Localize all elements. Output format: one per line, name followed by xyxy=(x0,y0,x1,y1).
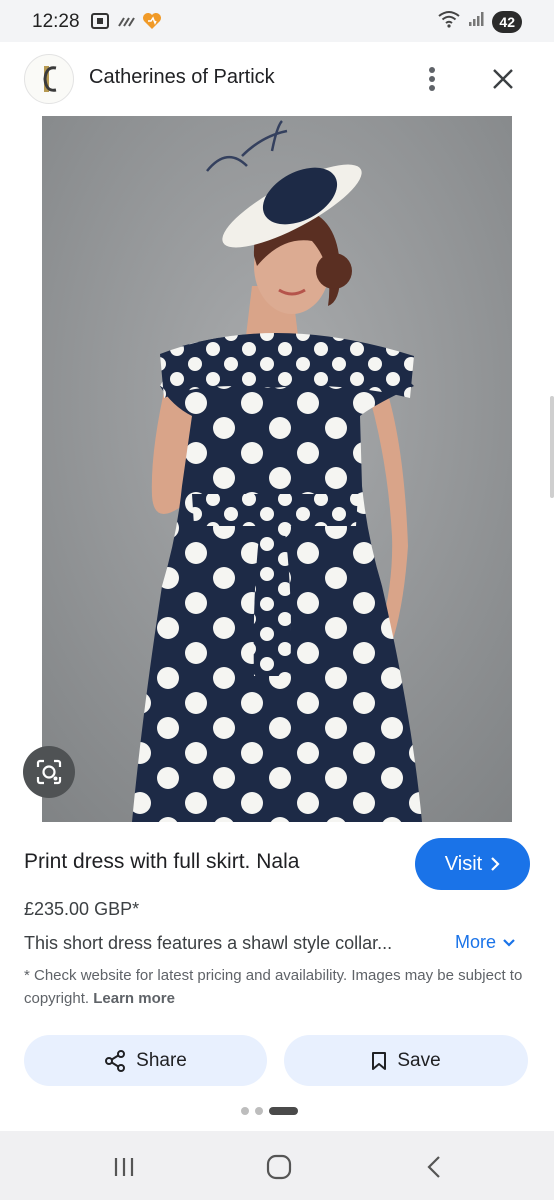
status-icons-right: 42 xyxy=(438,10,522,33)
recent-apps-icon xyxy=(114,1158,134,1176)
visit-button[interactable]: Visit xyxy=(415,838,530,890)
status-icons-left xyxy=(90,12,162,35)
more-button[interactable]: More xyxy=(455,932,516,953)
system-nav-bar xyxy=(0,1131,554,1200)
battery-badge: 42 xyxy=(492,10,522,33)
carousel-dot[interactable] xyxy=(255,1107,263,1115)
product-image-area xyxy=(0,116,554,822)
site-logo[interactable] xyxy=(24,54,74,104)
more-options-button[interactable] xyxy=(418,62,446,96)
home-button[interactable] xyxy=(259,1151,299,1183)
back-icon xyxy=(427,1156,440,1178)
product-description: This short dress features a shawl style … xyxy=(24,933,393,953)
status-time: 12:28 xyxy=(32,11,80,32)
save-button[interactable]: Save xyxy=(284,1035,528,1086)
logo-mark-icon xyxy=(43,66,57,92)
visit-button-label: Visit xyxy=(444,852,483,875)
cell-signal-icon xyxy=(468,11,484,32)
status-bar: 12:28 42 xyxy=(0,0,554,42)
close-icon xyxy=(493,69,513,89)
lens-search-button[interactable] xyxy=(23,746,75,798)
bookmark-icon xyxy=(372,1051,387,1070)
signal-activity-icon xyxy=(116,14,136,33)
learn-more-link[interactable]: Learn more xyxy=(93,990,175,1007)
carousel-dot[interactable] xyxy=(241,1107,249,1115)
close-button[interactable] xyxy=(486,62,520,96)
back-button[interactable] xyxy=(414,1151,454,1183)
share-button[interactable]: Share xyxy=(24,1035,267,1086)
model-in-polka-dot-dress-image xyxy=(42,116,512,822)
chevron-down-icon xyxy=(503,938,515,947)
carousel-dot-active[interactable] xyxy=(269,1107,298,1115)
site-title: Catherines of Partick xyxy=(89,66,275,88)
lens-search-icon xyxy=(36,759,62,785)
product-price: £235.00 GBP* xyxy=(24,899,140,919)
share-icon xyxy=(105,1049,126,1072)
site-header: Catherines of Partick xyxy=(0,42,554,116)
save-button-label: Save xyxy=(397,1049,441,1071)
recent-apps-button[interactable] xyxy=(104,1151,144,1183)
more-vert-icon xyxy=(429,67,435,91)
disclaimer-text: * Check website for latest pricing and a… xyxy=(24,964,532,1010)
product-title: Print dress with full skirt. Nala xyxy=(24,850,300,873)
carousel-indicator xyxy=(241,1107,298,1115)
chevron-right-icon xyxy=(491,857,500,871)
heart-app-icon xyxy=(142,12,162,35)
share-button-label: Share xyxy=(136,1049,187,1071)
home-icon xyxy=(266,1154,292,1180)
screenshot-icon xyxy=(90,12,110,35)
more-button-label: More xyxy=(455,932,497,952)
product-image[interactable] xyxy=(42,116,512,822)
scroll-indicator[interactable] xyxy=(550,396,554,498)
wifi-icon xyxy=(438,10,461,33)
